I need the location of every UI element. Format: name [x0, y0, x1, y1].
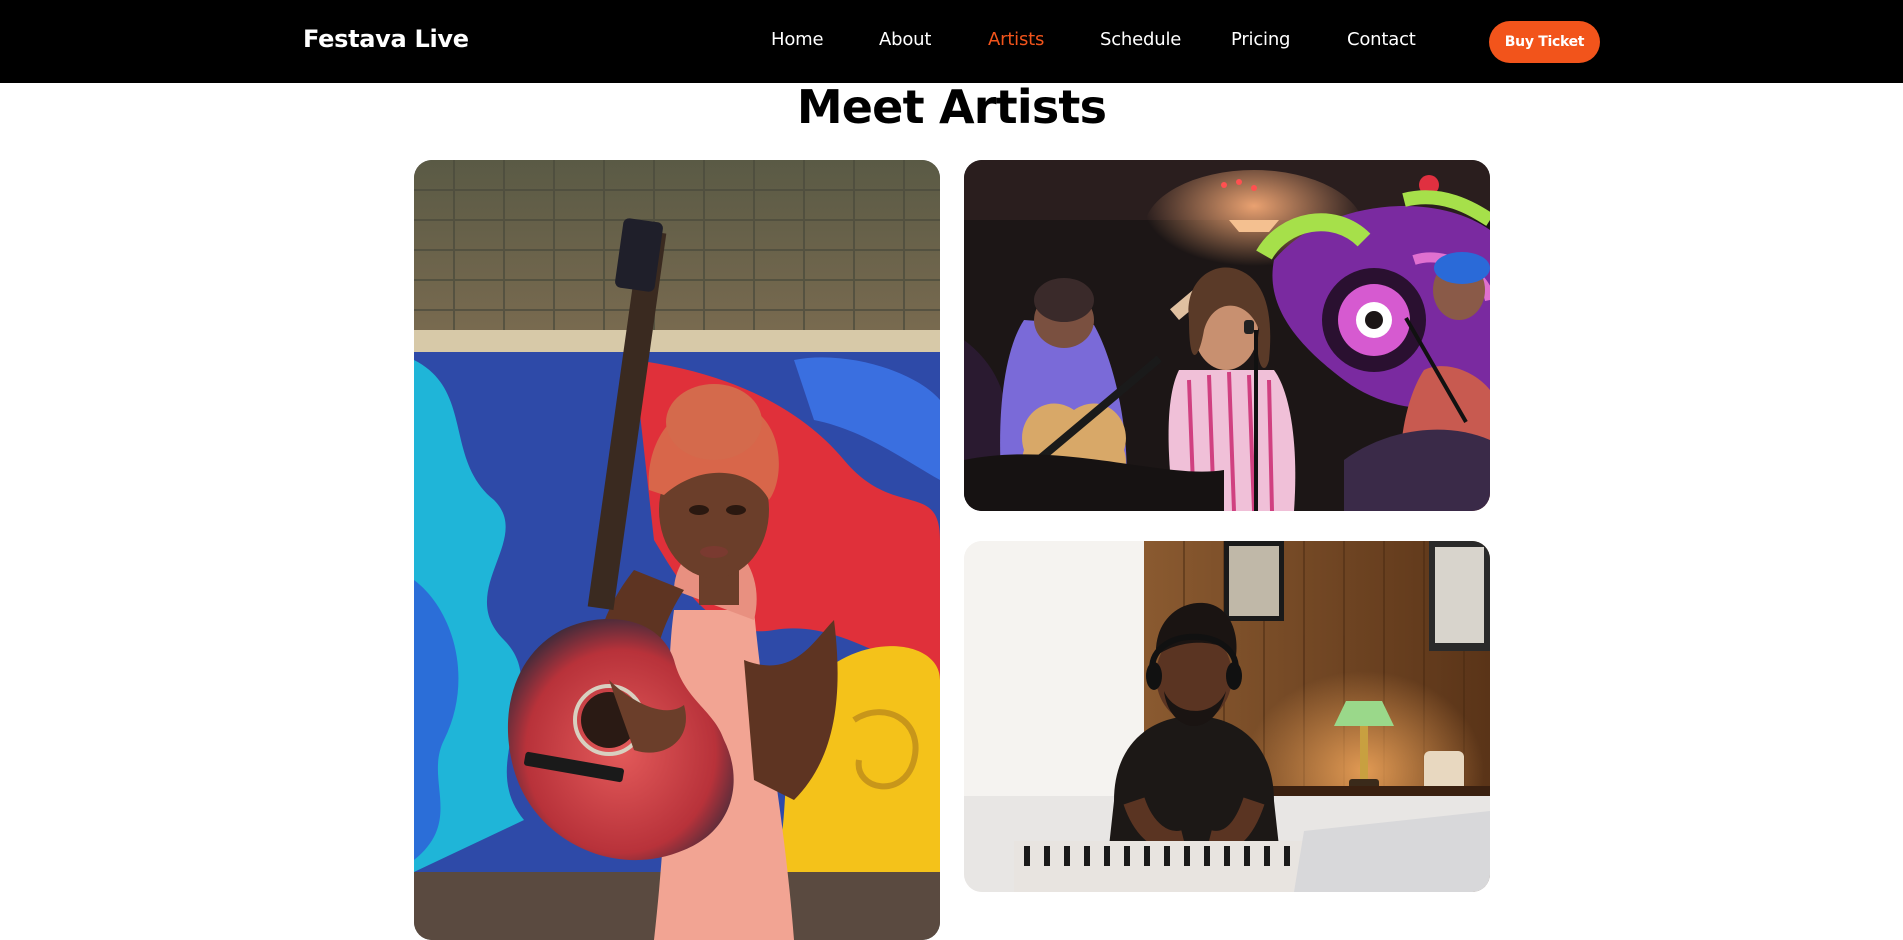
brand-logo[interactable]: Festava Live — [303, 25, 469, 53]
nav-link-home[interactable]: Home — [771, 29, 824, 50]
section-title: Meet Artists — [796, 80, 1107, 134]
top-navbar: Festava Live Home About Artists Schedule… — [0, 0, 1903, 83]
nav-link-about[interactable]: About — [879, 29, 931, 50]
guitarist-image — [414, 160, 940, 940]
nav-link-artists[interactable]: Artists — [988, 29, 1044, 50]
buy-ticket-button[interactable]: Buy Ticket — [1489, 21, 1600, 63]
nav-link-pricing[interactable]: Pricing — [1231, 29, 1290, 50]
producer-image — [964, 541, 1490, 892]
artist-photo-guitarist[interactable] — [414, 160, 940, 940]
artist-photo-producer[interactable] — [964, 541, 1490, 892]
artist-photo-band[interactable] — [964, 160, 1490, 511]
nav-link-contact[interactable]: Contact — [1347, 29, 1416, 50]
band-image — [964, 160, 1490, 511]
nav-link-schedule[interactable]: Schedule — [1100, 29, 1181, 50]
